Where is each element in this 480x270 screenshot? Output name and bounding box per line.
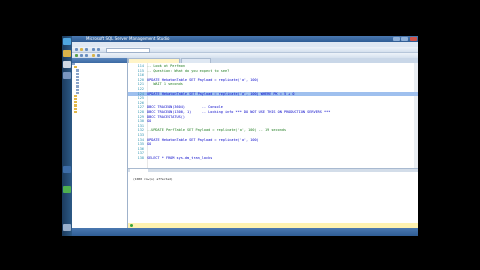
app-icon[interactable] bbox=[63, 186, 71, 193]
open-file-icon[interactable] bbox=[80, 48, 83, 51]
folder-icon bbox=[74, 107, 77, 110]
app-icon[interactable] bbox=[63, 166, 71, 173]
database-icon bbox=[76, 82, 79, 85]
app-icon[interactable] bbox=[63, 72, 71, 79]
screen: Microsoft SQL Server Management Studio 1… bbox=[62, 36, 418, 236]
code-text: GO bbox=[147, 142, 152, 147]
execute-icon[interactable] bbox=[75, 54, 78, 57]
database-icon bbox=[76, 78, 79, 82]
new-query-icon[interactable] bbox=[75, 48, 78, 51]
code-text: UPDATE HekatonTable SET Payload = replic… bbox=[147, 137, 259, 142]
server-icon bbox=[72, 63, 75, 66]
results-message: (1000 row(s) affected) bbox=[133, 177, 173, 181]
database-icon bbox=[76, 75, 79, 78]
tree-item[interactable] bbox=[72, 110, 127, 114]
object-explorer bbox=[72, 58, 128, 228]
database-icon bbox=[76, 85, 79, 88]
database-icon bbox=[76, 69, 79, 72]
code-text: -- Question: What do you expect to see? bbox=[147, 68, 230, 73]
folder-icon bbox=[74, 104, 77, 107]
explorer-icon[interactable] bbox=[63, 50, 71, 57]
code-text: DBCC TRACEON(3604) -- Console bbox=[147, 105, 223, 110]
database-icon bbox=[76, 91, 79, 94]
code-line[interactable]: 138 SELECT * FROM sys.dm_tran_locks bbox=[128, 156, 418, 161]
code-editor[interactable]: 114 -- Look at Perfmon 115 -- Question: Wha… bbox=[128, 63, 418, 168]
code-text: --UPDATE PerfTable SET Payload = replica… bbox=[147, 128, 287, 133]
line-number: 138 bbox=[137, 156, 144, 160]
database-icon bbox=[76, 72, 79, 75]
folder-icon bbox=[74, 94, 77, 98]
folder-icon bbox=[74, 66, 77, 69]
redo-icon[interactable] bbox=[97, 48, 100, 51]
code-text: DBCC TRACEON(1300, 1) -- Locking info **… bbox=[147, 110, 331, 114]
folder-icon bbox=[74, 110, 77, 113]
undo-icon[interactable] bbox=[92, 48, 95, 51]
comment-icon[interactable] bbox=[92, 54, 95, 57]
minimize-button[interactable] bbox=[393, 37, 400, 41]
code-text: UPDATE HekatonTable SET Payload = replic… bbox=[147, 77, 259, 82]
ssms-icon[interactable] bbox=[63, 61, 71, 68]
taskbar bbox=[62, 36, 72, 236]
code-text: SELECT * FROM sys.dm_tran_locks bbox=[147, 156, 213, 160]
close-button[interactable] bbox=[410, 37, 417, 41]
window-status-bar bbox=[72, 228, 418, 236]
folder-icon bbox=[74, 98, 77, 101]
ssms-window: Microsoft SQL Server Management Studio 1… bbox=[72, 36, 418, 236]
folder-icon bbox=[74, 101, 77, 104]
results-pane: (1000 row(s) affected) bbox=[128, 172, 418, 223]
code-text: DBCC TRACESTATUS() bbox=[147, 114, 185, 119]
indent-icon[interactable] bbox=[97, 54, 100, 57]
code-text: GO bbox=[147, 119, 152, 124]
clock-icon bbox=[63, 224, 71, 231]
code-text: -- Look at Perfmon bbox=[147, 64, 185, 68]
success-icon bbox=[130, 224, 133, 227]
parse-icon[interactable] bbox=[85, 54, 88, 57]
code-text: UPDATE HekatonTable SET Payload = replic… bbox=[147, 91, 295, 96]
database-icon bbox=[76, 88, 79, 91]
code-text: WAIT 1 seconds bbox=[147, 82, 183, 87]
save-icon[interactable] bbox=[85, 48, 88, 51]
query-editor: 114 -- Look at Perfmon 115 -- Question: Wha… bbox=[128, 58, 418, 228]
start-icon[interactable] bbox=[63, 38, 71, 45]
maximize-button[interactable] bbox=[401, 37, 408, 41]
debug-icon[interactable] bbox=[80, 54, 83, 57]
